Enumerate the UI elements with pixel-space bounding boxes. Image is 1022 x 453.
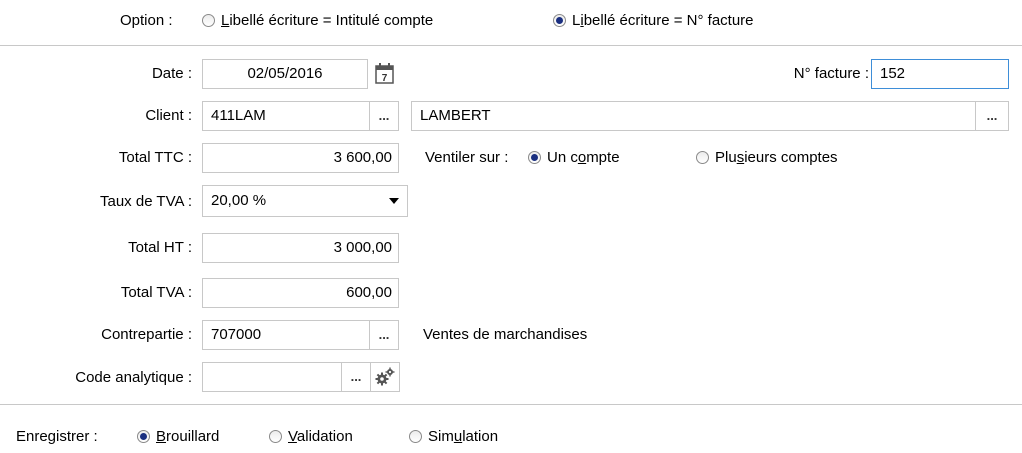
client-code-browse-button[interactable]: ...: [369, 101, 399, 131]
analytique-browse-button[interactable]: ...: [341, 362, 371, 392]
date-input[interactable]: 02/05/2016: [202, 59, 368, 89]
top-separator: [0, 45, 1022, 46]
analytique-settings-button[interactable]: [370, 362, 400, 392]
total-ttc-label: Total TTC :: [118, 149, 192, 166]
option-label-intitule[interactable]: Libellé écriture = Intitulé compte: [221, 12, 433, 30]
gears-icon: [375, 367, 395, 386]
option-label-facture[interactable]: Libellé écriture = N° facture: [572, 12, 754, 30]
total-ht-input[interactable]: 3 000,00: [202, 233, 399, 263]
option-label: Option :: [120, 12, 173, 29]
save-radio-validation[interactable]: [269, 430, 282, 443]
svg-text:7: 7: [382, 73, 388, 84]
save-label: Enregistrer :: [16, 428, 98, 445]
option-radio-facture[interactable]: [553, 14, 566, 27]
contrepartie-label: Contrepartie :: [101, 326, 192, 343]
chevron-down-icon[interactable]: [389, 198, 399, 204]
tva-rate-select[interactable]: 20,00 %: [202, 185, 408, 217]
save-radio-brouillard[interactable]: [137, 430, 150, 443]
ventiler-label-un-compte[interactable]: Un compte: [547, 149, 620, 167]
client-code-input[interactable]: 411LAM: [202, 101, 370, 131]
ventiler-label: Ventiler sur :: [425, 149, 509, 166]
save-label-validation[interactable]: Validation: [288, 428, 353, 446]
ventiler-label-plusieurs[interactable]: Plusieurs comptes: [715, 149, 838, 167]
bottom-separator: [0, 404, 1022, 405]
client-name-input[interactable]: LAMBERT: [411, 101, 976, 131]
option-radio-intitule[interactable]: [202, 14, 215, 27]
analytique-label: Code analytique :: [75, 369, 192, 386]
client-label: Client :: [145, 107, 192, 124]
invoice-label: N° facture :: [793, 65, 869, 82]
calendar-icon[interactable]: 7: [372, 61, 398, 87]
date-label: Date :: [151, 65, 192, 82]
save-label-simulation[interactable]: Simulation: [428, 428, 498, 446]
contrepartie-description: Ventes de marchandises: [423, 326, 588, 343]
tva-rate-label: Taux de TVA :: [100, 193, 192, 210]
total-ht-label: Total HT :: [128, 239, 192, 256]
analytique-input[interactable]: [202, 362, 342, 392]
contrepartie-browse-button[interactable]: ...: [369, 320, 399, 350]
save-label-brouillard[interactable]: Brouillard: [156, 428, 219, 446]
total-ttc-input[interactable]: 3 600,00: [202, 143, 399, 173]
client-name-browse-button[interactable]: ...: [975, 101, 1009, 131]
invoice-input[interactable]: 152: [871, 59, 1009, 89]
total-tva-label: Total TVA :: [120, 284, 192, 301]
total-tva-input[interactable]: 600,00: [202, 278, 399, 308]
tva-rate-value: 20,00 %: [211, 192, 267, 209]
save-radio-simulation[interactable]: [409, 430, 422, 443]
ventiler-radio-plusieurs[interactable]: [696, 151, 709, 164]
contrepartie-input[interactable]: 707000: [202, 320, 370, 350]
ventiler-radio-un-compte[interactable]: [528, 151, 541, 164]
